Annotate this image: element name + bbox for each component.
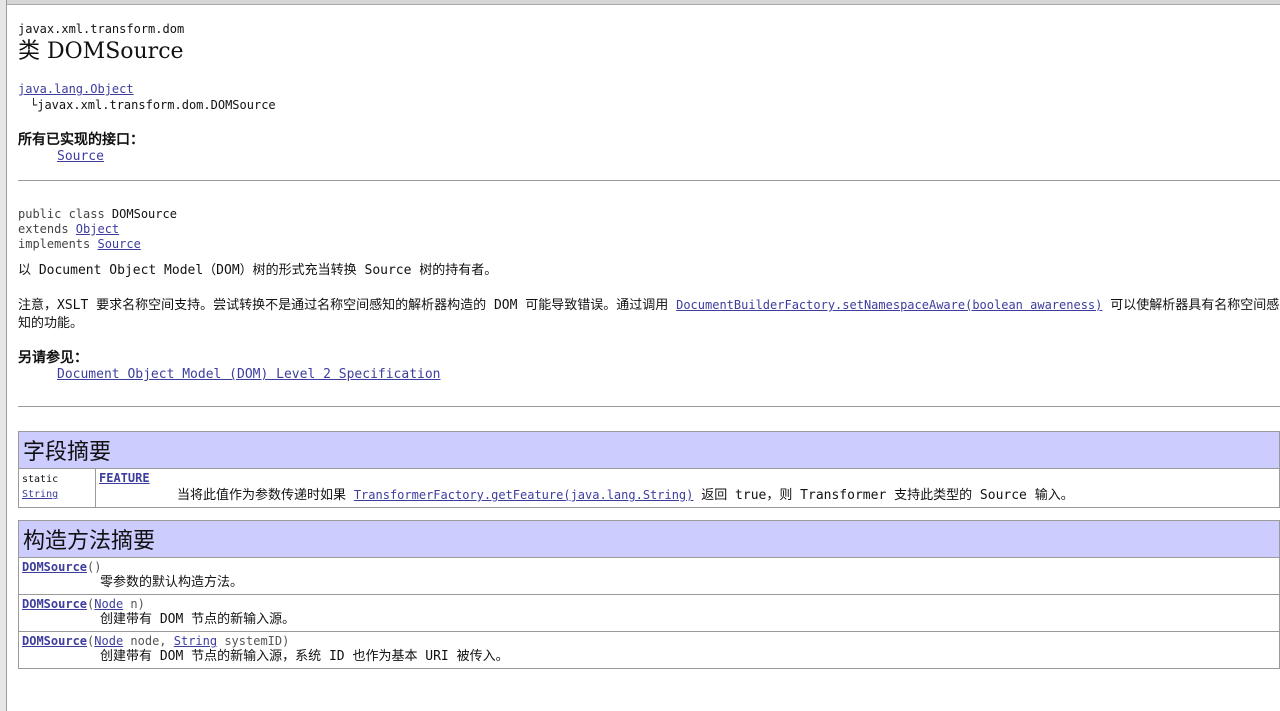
class-description: 以 Document Object Model（DOM）树的形式充当转换 Sou… — [18, 263, 498, 278]
constructor-link[interactable]: DOMSource — [22, 560, 87, 574]
decl-extends-link[interactable]: Object — [76, 222, 119, 236]
field-summary-header: 字段摘要 — [18, 431, 1280, 469]
decl-implements: implements — [18, 237, 98, 251]
set-namespace-aware-link[interactable]: DocumentBuilderFactory.setNamespaceAware… — [676, 298, 1102, 312]
implemented-interfaces: Source — [18, 149, 1280, 164]
decl-class-name: DOMSource — [111, 207, 177, 221]
window-top-border — [0, 0, 1280, 5]
class-hierarchy: java.lang.Object └javax.xml.transform.do… — [18, 81, 1280, 113]
table-row: DOMSource(Node node, String systemID) 创建… — [18, 631, 1280, 669]
param-type-link[interactable]: Node — [94, 597, 123, 611]
constructor-params: node, — [123, 634, 174, 648]
field-desc-post: 返回 true，则 Transformer 支持此类型的 Source 输入。 — [693, 488, 1074, 503]
divider — [18, 180, 1280, 181]
constructor-link[interactable]: DOMSource — [22, 597, 87, 611]
constructor-description: 零参数的默认构造方法。 — [100, 575, 244, 590]
field-description: 当将此值作为参数传递时如果 TransformerFactory.getFeat… — [99, 486, 1276, 505]
decl-modifiers: public class — [18, 207, 112, 221]
constructor-params: systemID) — [217, 634, 290, 648]
javadoc-content: javax.xml.transform.dom 类 DOMSource java… — [18, 20, 1280, 669]
constructor-link[interactable]: DOMSource — [22, 634, 87, 648]
decl-extends: extends — [18, 222, 76, 236]
note-text-pre: 注意，XSLT 要求名称空间支持。尝试转换不是通过名称空间感知的解析器构造的 D… — [18, 298, 677, 313]
decl-implements-link[interactable]: Source — [97, 237, 140, 251]
field-desc-pre: 当将此值作为参数传递时如果 — [177, 488, 354, 503]
see-also-label: 另请参见： — [18, 350, 88, 366]
constructor-summary-header: 构造方法摘要 — [18, 520, 1280, 558]
class-title: 类 DOMSource — [18, 39, 184, 64]
param-type-link[interactable]: Node — [94, 634, 123, 648]
interface-source-link[interactable]: Source — [57, 149, 104, 164]
constructor-params: n) — [123, 597, 145, 611]
constructor-cell: DOMSource() 零参数的默认构造方法。 — [18, 557, 1280, 595]
constructor-summary-table: 构造方法摘要 DOMSource() 零参数的默认构造方法。 DOMSource… — [18, 520, 1280, 669]
param-type-link[interactable]: String — [174, 634, 217, 648]
divider — [18, 406, 1280, 407]
field-modifier: static — [22, 474, 59, 485]
constructor-description: 创建带有 DOM 节点的新输入源。 — [100, 612, 296, 627]
get-feature-link[interactable]: TransformerFactory.getFeature(java.lang.… — [354, 488, 694, 502]
constructor-params: () — [87, 560, 102, 574]
constructor-cell: DOMSource(Node n) 创建带有 DOM 节点的新输入源。 — [18, 594, 1280, 632]
constructor-description: 创建带有 DOM 节点的新输入源，系统 ID 也作为基本 URI 被传入。 — [100, 649, 509, 664]
field-modifier-cell: static String — [18, 468, 96, 508]
field-type-link[interactable]: String — [22, 489, 58, 500]
dom-spec-link[interactable]: Document Object Model (DOM) Level 2 Spec… — [57, 367, 441, 382]
field-detail-cell: FEATURE 当将此值作为参数传递时如果 TransformerFactory… — [95, 468, 1280, 508]
hierarchy-child: └javax.xml.transform.dom.DOMSource — [30, 98, 276, 112]
constructor-cell: DOMSource(Node node, String systemID) 创建… — [18, 631, 1280, 669]
hierarchy-parent-link[interactable]: java.lang.Object — [18, 82, 134, 96]
class-declaration: public class DOMSource extends Object im… — [18, 207, 1280, 252]
field-summary-table: 字段摘要 static String FEATURE 当将此值作为参数传递时如果… — [18, 431, 1280, 508]
package-name: javax.xml.transform.dom — [18, 22, 185, 36]
table-row: DOMSource() 零参数的默认构造方法。 — [18, 557, 1280, 595]
table-row: static String FEATURE 当将此值作为参数传递时如果 Tran… — [18, 468, 1280, 508]
window-left-border — [0, 0, 7, 711]
table-row: DOMSource(Node n) 创建带有 DOM 节点的新输入源。 — [18, 594, 1280, 632]
namespace-note: 注意，XSLT 要求名称空间支持。尝试转换不是通过名称空间感知的解析器构造的 D… — [18, 296, 1280, 333]
implemented-interfaces-label: 所有已实现的接口： — [18, 132, 144, 148]
field-feature-link[interactable]: FEATURE — [99, 471, 150, 485]
see-also-list: Document Object Model (DOM) Level 2 Spec… — [18, 367, 1280, 382]
